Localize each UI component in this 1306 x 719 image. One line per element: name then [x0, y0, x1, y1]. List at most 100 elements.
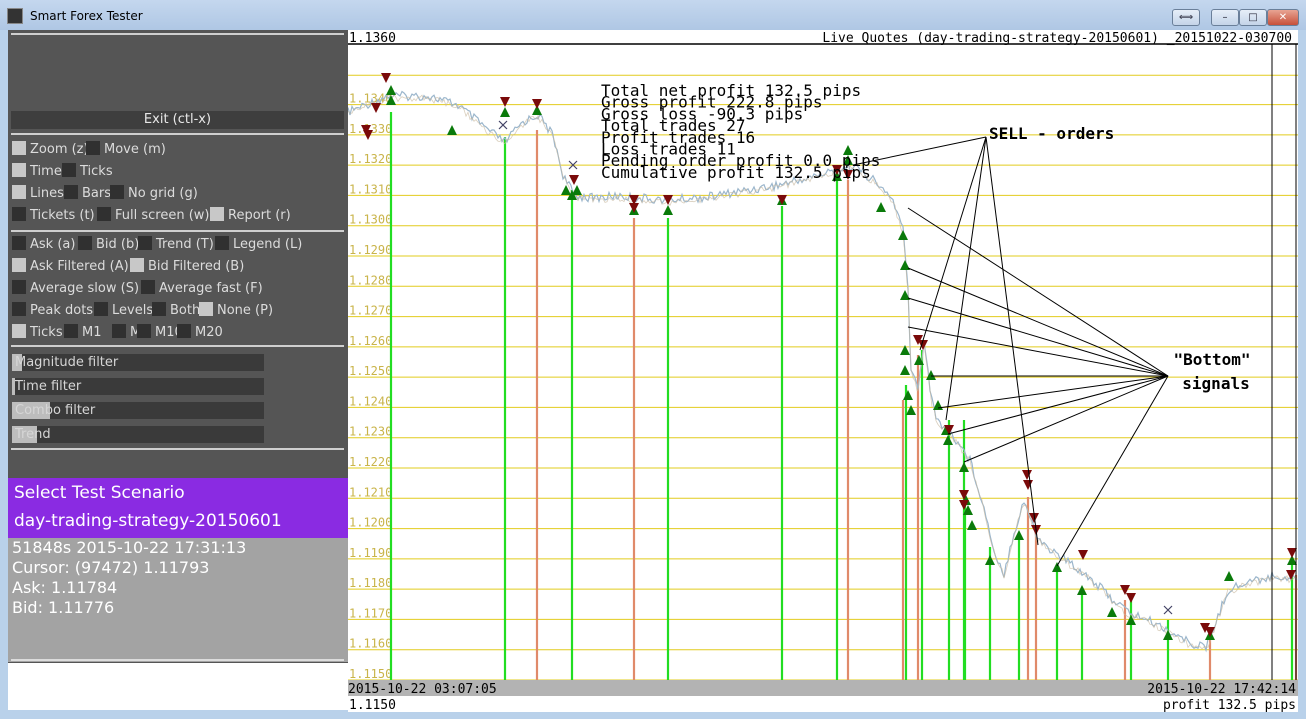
option-label: Trend (T)	[156, 237, 214, 252]
chart-area[interactable]: 1.1340 1.1330 1.1320 1.1310 1.1300 1.1290 1.12…	[347, 30, 1298, 713]
option-time[interactable]: Time	[12, 163, 62, 180]
option-ask-filtered-a[interactable]: Ask Filtered (A)	[12, 258, 129, 275]
scenario-name[interactable]: day-trading-strategy-20150601	[14, 511, 282, 531]
scenario-title[interactable]: Select Test Scenario	[14, 483, 185, 503]
checkbox[interactable]	[78, 236, 92, 250]
option-trend-t[interactable]: Trend (T)	[138, 236, 214, 253]
annotation-sell: SELL - orders	[989, 124, 1114, 143]
divider	[11, 133, 344, 135]
checkbox[interactable]	[199, 302, 213, 316]
end-time: 2015-10-22 17:42:14	[1147, 682, 1296, 697]
option-label: M20	[195, 325, 223, 340]
checkbox[interactable]	[137, 324, 151, 338]
checkbox[interactable]	[12, 324, 26, 338]
option-label: Zoom (z)	[30, 142, 89, 157]
option-label: Average fast (F)	[159, 281, 263, 296]
level-label: 1.1250	[349, 364, 392, 378]
status-panel: 51848s 2015-10-22 17:31:13 Cursor: (9747…	[8, 538, 348, 662]
filter-slider-trend[interactable]: Trend	[12, 426, 264, 443]
option-lines[interactable]: Lines	[12, 185, 64, 202]
filter-slider-time-filter[interactable]: Time filter	[12, 378, 264, 395]
scenario-panel[interactable]: Select Test Scenario day-trading-strateg…	[8, 478, 348, 538]
annotation-bottom-1: "Bottom"	[1173, 350, 1250, 369]
option-label: None (P)	[217, 303, 274, 318]
checkbox[interactable]	[138, 236, 152, 250]
checkbox[interactable]	[152, 302, 166, 316]
option-no-grid-g[interactable]: No grid (g)	[110, 185, 198, 202]
level-label: 1.1280	[349, 273, 392, 287]
checkbox[interactable]	[12, 207, 26, 221]
window-title: Smart Forex Tester	[30, 9, 143, 23]
chart-header: Live Quotes (day-trading-strategy-201506…	[822, 31, 1292, 46]
filter-label: Time filter	[15, 379, 82, 394]
level-label: 1.1200	[349, 516, 392, 530]
maximize-button[interactable]: □	[1239, 9, 1267, 26]
divider	[11, 345, 344, 347]
option-report-r[interactable]: Report (r)	[210, 207, 291, 224]
option-none-p[interactable]: None (P)	[199, 302, 273, 319]
option-label: Report (r)	[228, 208, 291, 223]
exit-button[interactable]: Exit (ctl-x)	[11, 111, 344, 129]
checkbox[interactable]	[12, 236, 26, 250]
checkbox[interactable]	[12, 302, 26, 316]
status-ask: Ask: 1.11784	[12, 578, 118, 597]
option-ask-a[interactable]: Ask (a)	[12, 236, 75, 253]
price-chart[interactable]: 1.13401.13301.13201.13101.13001.12901.12…	[347, 30, 1298, 713]
start-time: 2015-10-22 03:07:05	[348, 682, 497, 697]
option-bars[interactable]: Bars	[64, 185, 111, 202]
level-label: 1.1190	[349, 546, 392, 560]
checkbox[interactable]	[110, 185, 124, 199]
checkbox[interactable]	[210, 207, 224, 221]
filter-label: Trend	[15, 427, 51, 442]
divider	[11, 33, 344, 35]
option-full-screen-w[interactable]: Full screen (w)	[97, 207, 210, 224]
checkbox[interactable]	[94, 302, 108, 316]
option-m10[interactable]: M10	[137, 324, 183, 341]
level-label: 1.1230	[349, 425, 392, 439]
blank-area	[8, 663, 348, 710]
checkbox[interactable]	[64, 185, 78, 199]
option-zoom-z[interactable]: Zoom (z)	[12, 141, 89, 158]
checkbox[interactable]	[12, 258, 26, 272]
stat-line: Cumulative profit 132.5 pips	[601, 163, 871, 182]
option-levels[interactable]: Levels	[94, 302, 153, 319]
option-peak-dots[interactable]: Peak dots	[12, 302, 93, 319]
option-average-fast-f[interactable]: Average fast (F)	[141, 280, 263, 297]
option-legend-l[interactable]: Legend (L)	[215, 236, 302, 253]
checkbox[interactable]	[141, 280, 155, 294]
checkbox[interactable]	[12, 141, 26, 155]
resize-button[interactable]: ⟺	[1172, 9, 1200, 26]
filter-slider-magnitude-filter[interactable]: Magnitude filter	[12, 354, 264, 371]
checkbox[interactable]	[62, 163, 76, 177]
checkbox[interactable]	[12, 185, 26, 199]
minimize-button[interactable]: –	[1211, 9, 1239, 26]
option-tickets-t[interactable]: Tickets (t)	[12, 207, 95, 224]
checkbox[interactable]	[215, 236, 229, 250]
checkbox[interactable]	[97, 207, 111, 221]
option-label: Lines	[30, 186, 64, 201]
filter-slider-combo-filter[interactable]: Combo filter	[12, 402, 264, 419]
level-label: 1.1180	[349, 576, 392, 590]
checkbox[interactable]	[12, 163, 26, 177]
option-bid-b[interactable]: Bid (b)	[78, 236, 139, 253]
option-average-slow-s[interactable]: Average slow (S)	[12, 280, 139, 297]
option-m1[interactable]: M1	[64, 324, 102, 341]
checkbox[interactable]	[64, 324, 78, 338]
option-move-m[interactable]: Move (m)	[86, 141, 166, 158]
profit-readout: profit 132.5 pips	[1163, 698, 1296, 712]
status-bid: Bid: 1.11776	[12, 598, 115, 617]
checkbox[interactable]	[12, 280, 26, 294]
checkbox[interactable]	[86, 141, 100, 155]
option-bid-filtered-b[interactable]: Bid Filtered (B)	[130, 258, 244, 275]
checkbox[interactable]	[177, 324, 191, 338]
checkbox[interactable]	[130, 258, 144, 272]
option-m20[interactable]: M20	[177, 324, 223, 341]
option-label: Ticks	[80, 164, 113, 179]
level-label: 1.1220	[349, 455, 392, 469]
close-button[interactable]: ✕	[1267, 9, 1299, 26]
option-ticks[interactable]: Ticks	[12, 324, 63, 341]
checkbox[interactable]	[112, 324, 126, 338]
option-both[interactable]: Both	[152, 302, 200, 319]
level-label: 1.1320	[349, 152, 392, 166]
option-ticks[interactable]: Ticks	[62, 163, 113, 180]
